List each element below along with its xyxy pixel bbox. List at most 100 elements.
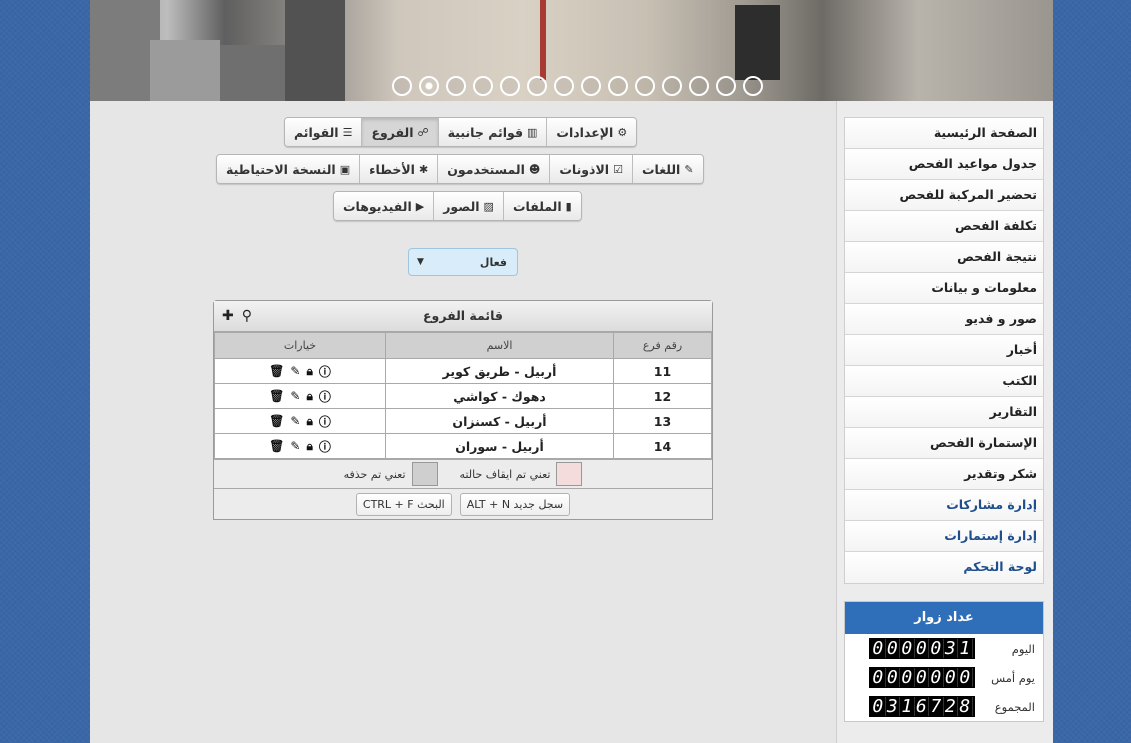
slider-dots xyxy=(392,76,763,96)
tab-backup[interactable]: ▣ النسخة الاحتياطية xyxy=(217,155,360,183)
tab-branches[interactable]: ☍ الفروع xyxy=(361,118,438,146)
toolbar-row-1: ⚙ الإعدادات ▥ قوائم جانبية ☍ الفروع ☰ القوائم xyxy=(284,117,638,147)
sidebar-item[interactable]: أخبار xyxy=(845,335,1043,366)
tab-menus-label: القوائم xyxy=(294,124,339,140)
edit-icon[interactable]: ✎ xyxy=(290,364,300,378)
deleted-swatch xyxy=(411,462,438,486)
tab-permissions-label: الاذونات xyxy=(559,161,610,177)
keyboard-shortcuts: ALT + N سجل جديد CTRL + F البحث xyxy=(214,488,712,519)
slider-dot[interactable] xyxy=(527,76,547,96)
slider-dot[interactable] xyxy=(716,76,736,96)
tab-videos[interactable]: ▶ الفيديوهات xyxy=(334,192,434,220)
lock-icon[interactable]: 🔒︎ xyxy=(306,389,312,404)
column-header-name: الاسم xyxy=(385,332,614,359)
banner-photo-tile xyxy=(150,40,220,101)
edit-icon[interactable]: ✎ xyxy=(290,439,300,453)
sidebar-item[interactable]: صور و فديو xyxy=(845,304,1043,335)
branch-name: دهوك - كواشي xyxy=(385,383,614,409)
slider-dot[interactable] xyxy=(635,76,655,96)
tab-permissions[interactable]: ☑ الاذونات xyxy=(549,155,632,183)
tab-users[interactable]: ☻ المستخدمون xyxy=(437,155,550,183)
tab-videos-label: الفيديوهات xyxy=(343,198,412,214)
options-group: ⓘ 🔒︎ ✎ 🗑︎ xyxy=(269,413,331,430)
row-options: ⓘ 🔒︎ ✎ 🗑︎ xyxy=(214,408,386,434)
edit-icon[interactable]: ✎ xyxy=(290,414,300,428)
branches-table: رقم فرع الاسم خيارات 11 أربيل - طريق كوير… xyxy=(214,332,712,459)
trash-icon[interactable]: 🗑︎ xyxy=(269,389,284,403)
tab-files[interactable]: ▮ الملفات xyxy=(502,192,581,220)
info-icon[interactable]: ⓘ xyxy=(319,438,331,455)
tab-sidebars[interactable]: ▥ قوائم جانبية xyxy=(437,118,547,146)
slider-dot[interactable] xyxy=(608,76,628,96)
tab-settings[interactable]: ⚙ الإعدادات xyxy=(546,118,637,146)
slider-dot[interactable] xyxy=(500,76,520,96)
slider-dot[interactable] xyxy=(662,76,682,96)
briefcase-icon: ▣ xyxy=(339,162,351,176)
slider-dot[interactable] xyxy=(743,76,763,96)
sidebar-item[interactable]: الصفحة الرئيسية xyxy=(845,118,1043,149)
visitor-row: يوم أمس 0 0 0 0 0 0 0 xyxy=(845,663,1043,692)
sidebar-item[interactable]: إدارة إستمارات xyxy=(845,521,1043,552)
slider-dot[interactable] xyxy=(554,76,574,96)
sidebar-item[interactable]: معلومات و بيانات xyxy=(845,273,1043,304)
add-icon[interactable]: ✚ xyxy=(222,301,234,331)
lock-icon[interactable]: 🔒︎ xyxy=(306,439,312,454)
branch-name: أربيل - سوران xyxy=(385,433,614,459)
banner-photo-tile xyxy=(540,0,546,80)
slider-dot[interactable] xyxy=(419,76,439,96)
edit-icon[interactable]: ✎ xyxy=(290,389,300,403)
lock-icon[interactable]: 🔒︎ xyxy=(306,364,312,379)
check-square-icon: ☑ xyxy=(613,162,623,176)
sidebar-item[interactable]: نتيجة الفحص xyxy=(845,242,1043,273)
new-record-shortcut[interactable]: ALT + N سجل جديد xyxy=(459,492,571,516)
chevron-down-icon: ▼ xyxy=(417,257,424,267)
tab-errors[interactable]: ✱ الأخطاء xyxy=(359,155,438,183)
sidebar-item[interactable]: شكر وتقدير xyxy=(845,459,1043,490)
sidebar-item[interactable]: تحضير المركبة للفحص xyxy=(845,180,1043,211)
gear-icon: ⚙ xyxy=(617,125,628,139)
table-row: 14 أربيل - سوران ⓘ 🔒︎ ✎ 🗑︎ xyxy=(214,433,712,459)
columns-icon: ▥ xyxy=(527,125,538,139)
toolbar-row-3: ▮ الملفات ▨ الصور ▶ الفيديوهات xyxy=(333,191,582,221)
status-legend: تعني تم ايقاف حالته تعني تم حذفه xyxy=(214,459,712,488)
info-icon[interactable]: ⓘ xyxy=(319,413,331,430)
users-icon: ☻ xyxy=(528,162,541,176)
trash-icon[interactable]: 🗑︎ xyxy=(269,439,284,453)
panel-tools: ✚ ⚲ xyxy=(222,301,252,331)
tab-branches-label: الفروع xyxy=(371,124,414,140)
info-icon[interactable]: ⓘ xyxy=(319,363,331,380)
trash-icon[interactable]: 🗑︎ xyxy=(269,414,284,428)
trash-icon[interactable]: 🗑︎ xyxy=(269,364,284,378)
visitor-row-label: المجموع xyxy=(994,699,1035,714)
slider-dot[interactable] xyxy=(581,76,601,96)
sidebar-item[interactable]: الإستمارة الفحص xyxy=(845,428,1043,459)
visitor-row-label: يوم أمس xyxy=(991,670,1035,685)
tab-menus[interactable]: ☰ القوائم xyxy=(285,118,362,146)
sitemap-icon: ☍ xyxy=(417,125,429,139)
column-header-number: رقم فرع xyxy=(613,332,712,359)
lock-icon[interactable]: 🔒︎ xyxy=(306,414,312,429)
slider-dot[interactable] xyxy=(392,76,412,96)
tab-languages[interactable]: ✎ اللغات xyxy=(631,155,703,183)
list-icon: ☰ xyxy=(342,125,353,139)
sidebar-item[interactable]: تكلفة الفحص xyxy=(845,211,1043,242)
tab-images[interactable]: ▨ الصور xyxy=(433,192,503,220)
slider-dot[interactable] xyxy=(689,76,709,96)
search-shortcut[interactable]: CTRL + F البحث xyxy=(355,492,452,516)
sidebar-item[interactable]: لوحة التحكم xyxy=(845,552,1043,583)
slider-dot[interactable] xyxy=(473,76,493,96)
panel-header: قائمة الفروع ✚ ⚲ xyxy=(214,301,712,332)
tab-images-label: الصور xyxy=(443,198,480,214)
play-circle-icon: ▶ xyxy=(415,199,425,213)
sidebar-item[interactable]: جدول مواعيد الفحص xyxy=(845,149,1043,180)
sidebar-item[interactable]: التقارير xyxy=(845,397,1043,428)
search-icon[interactable]: ⚲ xyxy=(242,301,252,331)
info-icon[interactable]: ⓘ xyxy=(319,388,331,405)
sidebar-item[interactable]: إدارة مشاركات xyxy=(845,490,1043,521)
legend-suspended-label: تعني تم ايقاف حالته xyxy=(459,467,551,481)
counter-digits: 0316728 xyxy=(869,696,975,717)
status-select[interactable]: فعال ▼ xyxy=(408,248,518,276)
sidebar: الصفحة الرئيسية جدول مواعيد الفحص تحضير ال… xyxy=(836,101,1053,743)
slider-dot[interactable] xyxy=(446,76,466,96)
sidebar-item[interactable]: الكتب xyxy=(845,366,1043,397)
